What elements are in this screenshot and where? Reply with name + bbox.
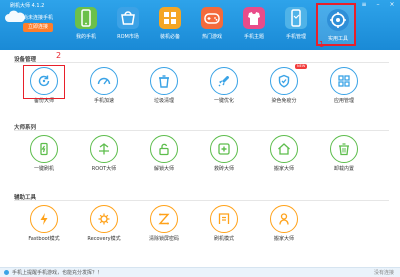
nav-label: ROM市场	[117, 34, 139, 40]
tile-rescue[interactable]: 救砖大师	[194, 135, 254, 187]
tile-unlock[interactable]: 解锁大师	[134, 135, 194, 187]
app-manage-icon	[330, 67, 358, 95]
immune-icon	[270, 67, 298, 95]
window-controls: ≡ – ×	[360, 1, 396, 9]
tile-label: 救砖大师	[213, 166, 234, 172]
fastboot-icon	[30, 205, 58, 233]
tile-flash-mode[interactable]: 刷机模式	[194, 205, 254, 257]
connection-state-text: 没有连接	[373, 270, 394, 276]
tile-immune[interactable]: NEW 染色免疫分	[254, 64, 314, 119]
tile-label: 应用管理	[333, 98, 354, 104]
nav-rom-market[interactable]: ROM市场	[108, 3, 148, 46]
callout-number: 1	[319, 40, 325, 49]
tile-label: 一键刷机	[33, 166, 54, 172]
tile-label: 解锁大师	[153, 166, 174, 172]
app-title: 刷机大师 4.1.2	[10, 3, 45, 9]
nav-label: 热门游戏	[201, 34, 222, 40]
tile-one-click-flash[interactable]: 一键刷机	[14, 135, 74, 187]
tile-optimize[interactable]: 一键优化	[194, 67, 254, 119]
tile-app-manage[interactable]: 应用管理	[314, 67, 374, 119]
tile-label: 染色免疫分	[271, 98, 297, 104]
tile-fastboot[interactable]: Fastboot模式	[14, 205, 74, 257]
tools-icon	[327, 9, 349, 31]
tile-label: ROOT大师	[91, 166, 117, 172]
nav-label: 装机必备	[159, 34, 180, 40]
tile-clean[interactable]: 垃圾清理	[134, 67, 194, 119]
tile-root[interactable]: ROOT大师	[74, 135, 134, 187]
tile-label: 卸载内置	[333, 166, 354, 172]
nav-phone-theme[interactable]: 手机主题	[234, 3, 274, 46]
tile-label: Fastboot模式	[28, 236, 60, 242]
callout-number: 2	[56, 51, 62, 60]
tile-move-2[interactable]: 搬家大师	[254, 205, 314, 257]
uninstall-icon	[330, 135, 358, 163]
root-icon	[90, 135, 118, 163]
game-icon	[201, 7, 223, 29]
new-badge: NEW	[295, 64, 308, 69]
move-icon	[270, 135, 298, 163]
connect-now-button[interactable]: 立即连接	[23, 23, 53, 32]
phone-icon	[75, 7, 97, 29]
status-message[interactable]: 手机上提醒手机游戏，也能充分发挥？！	[12, 269, 102, 277]
nav-my-phone[interactable]: 我的手机	[66, 3, 106, 46]
clean-icon	[150, 67, 178, 95]
section-divider	[14, 62, 389, 63]
phone-manage-icon	[285, 7, 307, 29]
close-icon[interactable]: ×	[388, 1, 396, 9]
clear-lock-icon	[150, 205, 178, 233]
speed-icon	[90, 67, 118, 95]
rom-market-icon	[117, 7, 139, 29]
flash-icon	[30, 135, 58, 163]
tile-label: 刷机模式	[213, 236, 234, 242]
nav-hot-games[interactable]: 热门游戏	[192, 3, 232, 46]
flash-mode-icon	[210, 205, 238, 233]
tile-recovery[interactable]: Recovery模式	[74, 205, 134, 257]
connection-status: 尚未连接手机	[23, 15, 54, 21]
header-bar: 刷机大师 4.1.2 ≡ – × 尚未连接手机 立即连接 我的手机 ROM市场	[0, 0, 400, 50]
tile-speed[interactable]: 手机加速	[74, 67, 134, 119]
status-bar: 手机上提醒手机游戏，也能充分发挥？！ 没有连接	[0, 267, 400, 277]
menu-icon[interactable]: ≡	[360, 1, 368, 9]
tile-label: 搬家大师	[273, 166, 294, 172]
tile-label: 搬家大师	[273, 236, 294, 242]
apps-icon	[159, 7, 181, 29]
rocket-icon	[210, 67, 238, 95]
tile-label: 一键优化	[213, 98, 234, 104]
nav-label: 我的手机	[75, 34, 96, 40]
nav-label: 手机管理	[285, 34, 306, 40]
tile-clear-lock[interactable]: 清除锁屏密码	[134, 205, 194, 257]
info-icon	[4, 270, 9, 275]
nav-essential-apps[interactable]: 装机必备	[150, 3, 190, 46]
tile-label: 手机加速	[93, 98, 114, 104]
section-divider	[14, 130, 389, 131]
nav-phone-manage[interactable]: 手机管理	[276, 3, 316, 46]
nav-label: 手机主题	[243, 34, 264, 40]
move2-icon	[270, 205, 298, 233]
theme-icon	[243, 7, 265, 29]
backup-highlight-box	[23, 65, 65, 99]
tile-move[interactable]: 搬家大师	[254, 135, 314, 187]
tile-uninstall[interactable]: 卸载内置	[314, 135, 374, 187]
minimize-icon[interactable]: –	[374, 1, 382, 9]
tile-label: 垃圾清理	[153, 98, 174, 104]
tile-label: 清除锁屏密码	[148, 236, 179, 242]
tile-label: Recovery模式	[87, 236, 121, 242]
section-divider	[14, 200, 389, 201]
unlock-icon	[150, 135, 178, 163]
recovery-icon	[90, 205, 118, 233]
rescue-icon	[210, 135, 238, 163]
app-window: 刷机大师 4.1.2 ≡ – × 尚未连接手机 立即连接 我的手机 ROM市场	[0, 0, 400, 277]
